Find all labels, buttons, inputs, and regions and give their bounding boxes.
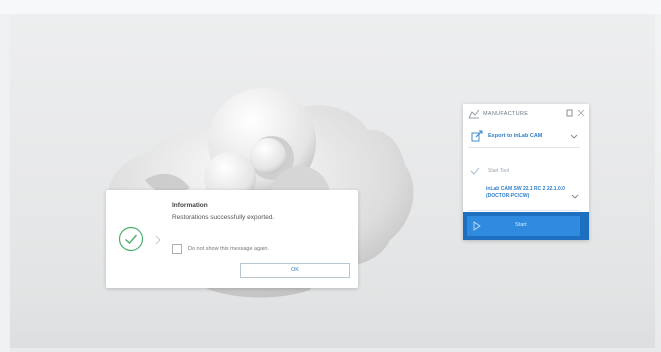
dont-show-again-checkbox[interactable] xyxy=(172,244,182,254)
divider xyxy=(468,210,580,211)
chevron-right-icon xyxy=(155,235,161,245)
play-icon xyxy=(473,221,481,231)
pin-icon[interactable] xyxy=(566,109,573,117)
check-circle-icon xyxy=(118,226,144,252)
start-label: Start xyxy=(515,222,527,228)
panel-footer: Start xyxy=(463,212,589,240)
export-icon xyxy=(471,130,483,142)
start-button[interactable]: Start xyxy=(467,216,580,236)
export-label: Export to inLab CAM xyxy=(488,133,543,139)
manufacture-panel: MANUFACTURE Export to inLab CAM Start To… xyxy=(463,104,589,240)
dont-show-again-label[interactable]: Do not show this message again. xyxy=(188,246,269,252)
dialog-message: Restorations successfully exported. xyxy=(172,214,275,221)
start-tool-label[interactable]: Start Tool xyxy=(488,168,509,174)
ok-button[interactable]: OK xyxy=(240,263,350,278)
manufacture-icon xyxy=(468,109,480,119)
device-selector[interactable]: inLab CAM SW 22.1 RC 2 22.1.0.0 (DOCTOR-… xyxy=(486,186,576,200)
export-dropdown[interactable]: Export to inLab CAM xyxy=(468,125,580,148)
close-icon[interactable] xyxy=(577,109,585,117)
start-tool-check-icon[interactable] xyxy=(470,166,480,176)
dialog-title: Information xyxy=(172,202,208,209)
chevron-down-icon[interactable] xyxy=(570,134,578,140)
panel-title: MANUFACTURE xyxy=(483,111,529,117)
chevron-down-icon[interactable] xyxy=(571,194,579,200)
information-dialog: Information Restorations successfully ex… xyxy=(106,190,358,288)
